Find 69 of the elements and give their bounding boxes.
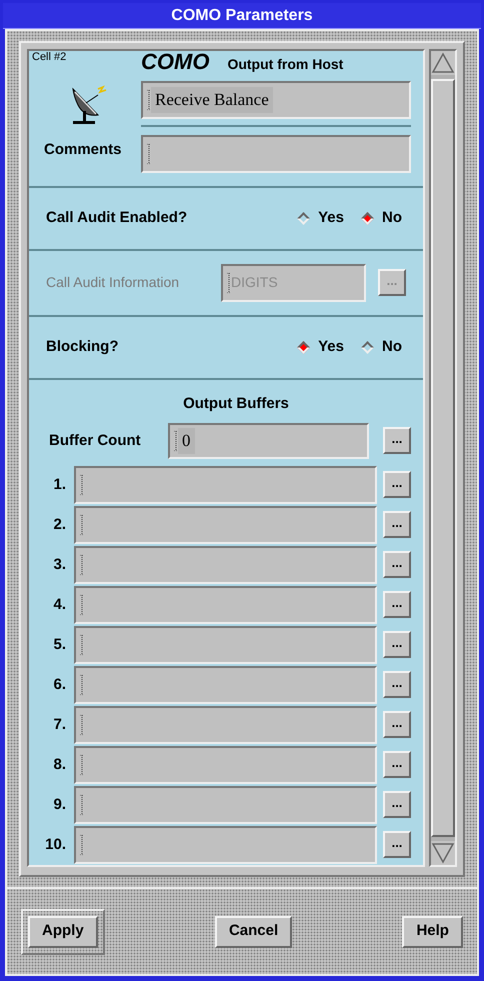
scroll-thumb[interactable] [431,79,455,837]
buffer-count-field[interactable]: 0 [168,422,369,459]
ellipsis-button[interactable]: ... [383,831,411,858]
dialog-button[interactable]: Cancel [214,916,292,948]
radio-label: No [382,337,402,358]
buffer-field[interactable] [74,506,377,544]
question-label: Call Audit Enabled? [46,208,188,228]
buffer-number: 1. [52,474,67,495]
text-cursor-icon [174,430,178,451]
buffer-number: 10. [44,834,67,855]
ellipsis-button[interactable]: ... [383,791,411,818]
buffer-field[interactable] [74,626,377,664]
window-title: COMO Parameters [3,3,481,29]
buffer-field[interactable] [74,786,377,824]
call-audit-info-label: Call Audit Information [46,273,180,292]
buffer-number: 8. [52,754,67,775]
dialog-button[interactable]: Apply [28,916,98,948]
scroll-up-icon[interactable] [431,51,455,75]
comments-label: Comments [43,140,123,160]
buffer-field[interactable] [74,666,377,704]
ellipsis-button[interactable]: ... [383,711,411,738]
text-cursor-icon [80,474,84,495]
ellipsis-button[interactable]: ... [383,631,411,658]
text-cursor-icon [80,794,84,815]
buffer-field[interactable] [74,546,377,584]
ellipsis-button[interactable]: ... [383,671,411,698]
buffer-number: 4. [52,594,67,615]
radio-label: No [382,208,402,228]
text-cursor-icon [147,144,151,164]
radio-label: Yes [318,208,344,228]
scrollbar[interactable] [429,49,457,867]
buffer-number: 6. [52,674,67,695]
ellipsis-button[interactable]: ... [383,591,411,618]
dialog-button[interactable]: Help [402,916,463,948]
buffer-number: 3. [52,554,67,575]
buffer-field[interactable] [74,826,377,864]
text-cursor-icon [80,834,84,855]
text-cursor-icon [80,514,84,535]
buffer-field[interactable] [74,466,377,504]
text-cursor-icon [80,554,84,575]
text-cursor-icon [147,90,151,110]
ellipsis-button[interactable]: ... [383,551,411,578]
cell-type-title: COMO [141,51,210,73]
section-title: Output Buffers [182,396,290,411]
buffer-number: 9. [52,794,67,815]
ellipsis-button[interactable]: ... [383,511,411,538]
text-cursor-icon [80,674,84,695]
cell-label: Cell #2 [31,51,68,63]
scroll-down-icon[interactable] [431,841,455,865]
buffer-field[interactable] [74,746,377,784]
name-field[interactable]: Receive Balance [141,81,411,119]
ellipsis-button[interactable]: ... [383,427,411,454]
cell-subtitle: Output from Host [227,55,344,74]
comments-field[interactable] [141,135,411,173]
buffer-field[interactable] [74,706,377,744]
buffer-number: 7. [52,714,67,735]
text-cursor-icon [80,714,84,735]
radio-label: Yes [318,337,344,358]
text-cursor-icon [80,634,84,655]
ellipsis-button[interactable]: ... [383,751,411,778]
ellipsis-button[interactable]: ... [383,471,411,498]
question-label: Blocking? [46,337,120,358]
buffer-number: 5. [52,634,67,655]
text-cursor-icon [80,594,84,615]
text-cursor-icon [227,272,231,293]
buffer-number: 2. [52,514,67,535]
buffer-count-label: Buffer Count [49,430,142,451]
buffer-field[interactable] [74,586,377,624]
text-cursor-icon [80,754,84,775]
